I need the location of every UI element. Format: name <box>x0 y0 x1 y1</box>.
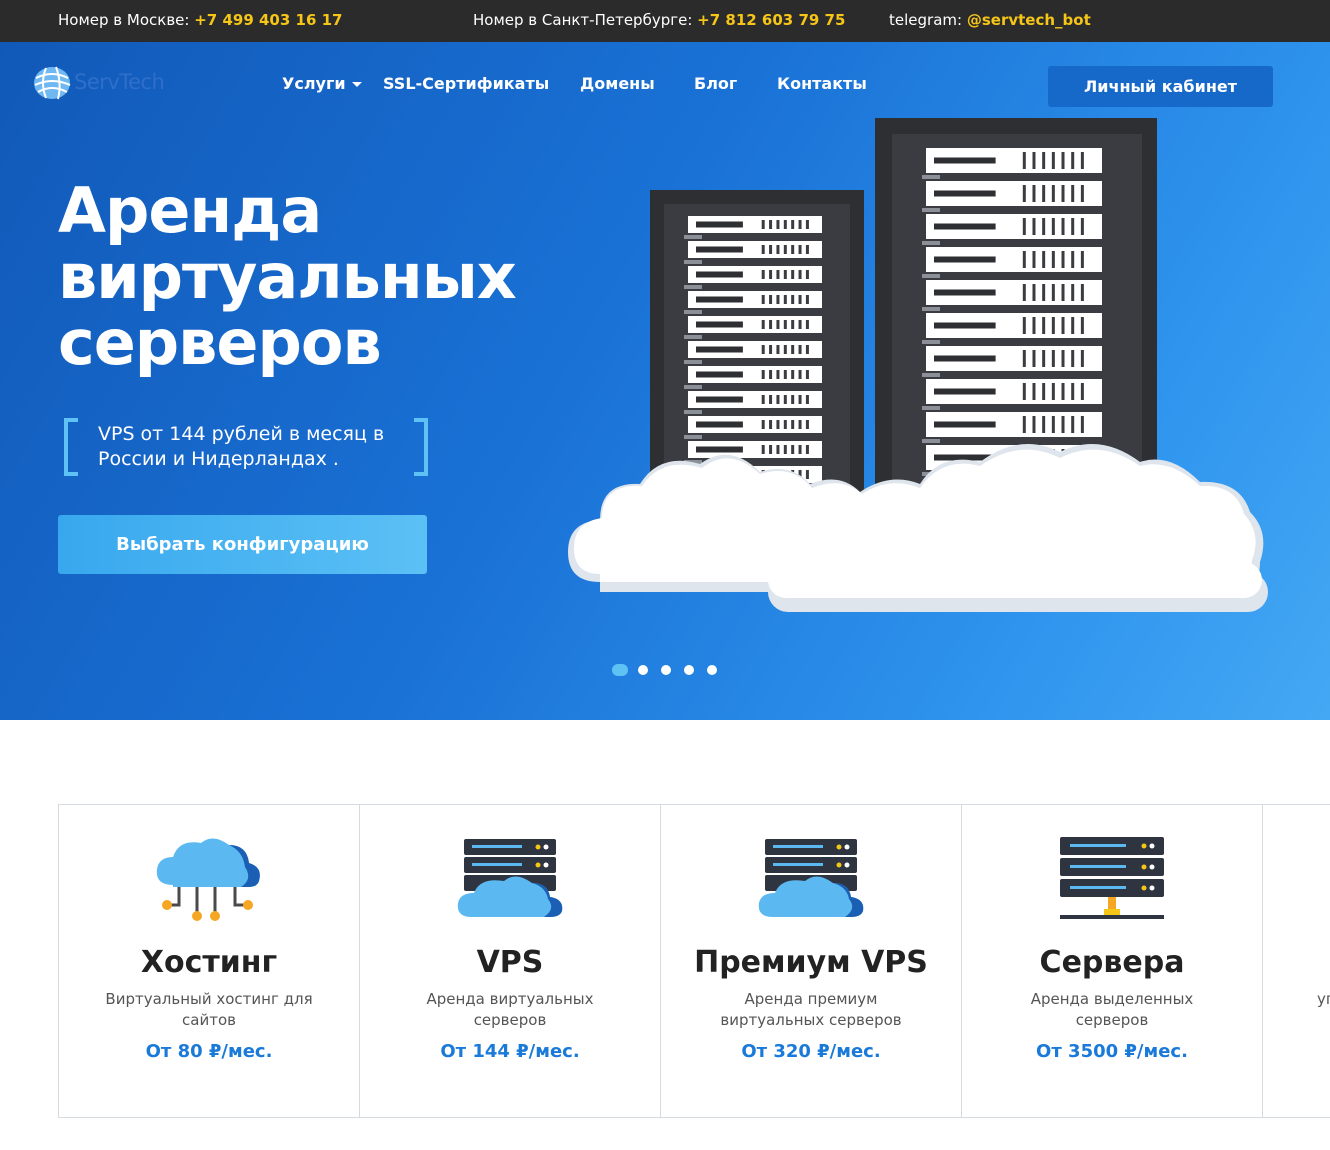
logo-text: ServTech <box>74 70 165 94</box>
right-bracket <box>414 418 428 476</box>
spb-label: Номер в Санкт-Петербурге: <box>473 11 693 29</box>
spb-phone-link[interactable]: +7 812 603 79 75 <box>697 11 845 29</box>
card-description: Виртуальный хостинг для сайтов <box>105 990 313 1029</box>
card-vps[interactable]: VPS Аренда виртуальных серверов От 144 ₽… <box>359 805 660 1117</box>
card-price: От 3500 ₽/мес. <box>1036 1041 1188 1062</box>
card-description: Аренда премиум виртуальных серверов <box>720 990 902 1029</box>
nav-blog[interactable]: Блог <box>694 74 737 93</box>
hero-subtitle-block: VPS от 144 рублей в месяц в России и Нид… <box>60 418 430 478</box>
telegram-label: telegram: <box>889 11 963 29</box>
logo-globe-icon <box>34 66 71 100</box>
slide-dot-3[interactable] <box>661 665 671 675</box>
telegram-link[interactable]: @servtech_bot <box>967 11 1091 29</box>
slide-dot-5[interactable] <box>707 665 717 675</box>
card-description: уп <box>1317 990 1330 1008</box>
logo[interactable]: ServTech <box>32 64 192 102</box>
services-cards: Хостинг Виртуальный хостинг для сайтов О… <box>58 804 1330 1118</box>
card-dedicated-servers[interactable]: Сервера Аренда выделенных серверов От 35… <box>961 805 1262 1117</box>
server-racks-illustration <box>568 118 1268 612</box>
card-description: Аренда виртуальных серверов <box>426 990 594 1029</box>
moscow-phone-link[interactable]: +7 499 403 16 17 <box>194 11 342 29</box>
server-rack-icon <box>1060 837 1164 919</box>
nav-domains[interactable]: Домены <box>580 74 655 93</box>
card-price: От 80 ₽/мес. <box>145 1041 273 1062</box>
nav-contacts[interactable]: Контакты <box>777 74 867 93</box>
moscow-label: Номер в Москве: <box>58 11 190 29</box>
top-contact-bar: Номер в Москве: +7 499 403 16 17 Номер в… <box>0 0 1330 42</box>
hero-subtitle: VPS от 144 рублей в месяц в России и Нид… <box>98 423 385 470</box>
hero-banner: ServTech Услуги SSL-Сертификаты Домены Б… <box>0 42 1330 720</box>
card-premium-vps[interactable]: Премиум VPS Аренда премиум виртуальных с… <box>660 805 961 1117</box>
spb-phone-block: Номер в Санкт-Петербурге: +7 812 603 79 … <box>473 11 845 29</box>
card-price: От 320 ₽/мес. <box>741 1041 881 1062</box>
slide-dot-2[interactable] <box>638 665 648 675</box>
nav-services[interactable]: Услуги <box>282 74 362 93</box>
chevron-down-icon <box>351 82 362 87</box>
telegram-block: telegram: @servtech_bot <box>889 11 1091 29</box>
nav-services-label: Услуги <box>282 74 346 93</box>
card-title: Хостинг <box>140 945 278 980</box>
cloud-network-icon <box>156 838 260 921</box>
card-description: Аренда выделенных серверов <box>1030 990 1194 1029</box>
card-partial[interactable]: уп <box>1262 805 1330 1117</box>
slide-dot-1[interactable] <box>612 664 628 676</box>
card-title: Премиум VPS <box>694 945 928 980</box>
server-cloud-icon <box>457 839 563 917</box>
card-title: VPS <box>476 945 544 980</box>
card-hosting[interactable]: Хостинг Виртуальный хостинг для сайтов О… <box>58 805 359 1117</box>
card-title: Сервера <box>1039 945 1185 980</box>
server-cloud-icon <box>758 839 864 917</box>
nav-ssl[interactable]: SSL-Сертификаты <box>383 74 549 93</box>
personal-account-button[interactable]: Личный кабинет <box>1048 66 1273 107</box>
slide-dot-4[interactable] <box>684 665 694 675</box>
left-bracket <box>64 418 78 476</box>
card-price: От 144 ₽/мес. <box>440 1041 580 1062</box>
moscow-phone-block: Номер в Москве: +7 499 403 16 17 <box>58 11 343 29</box>
choose-configuration-button[interactable]: Выбрать конфигурацию <box>58 515 427 574</box>
